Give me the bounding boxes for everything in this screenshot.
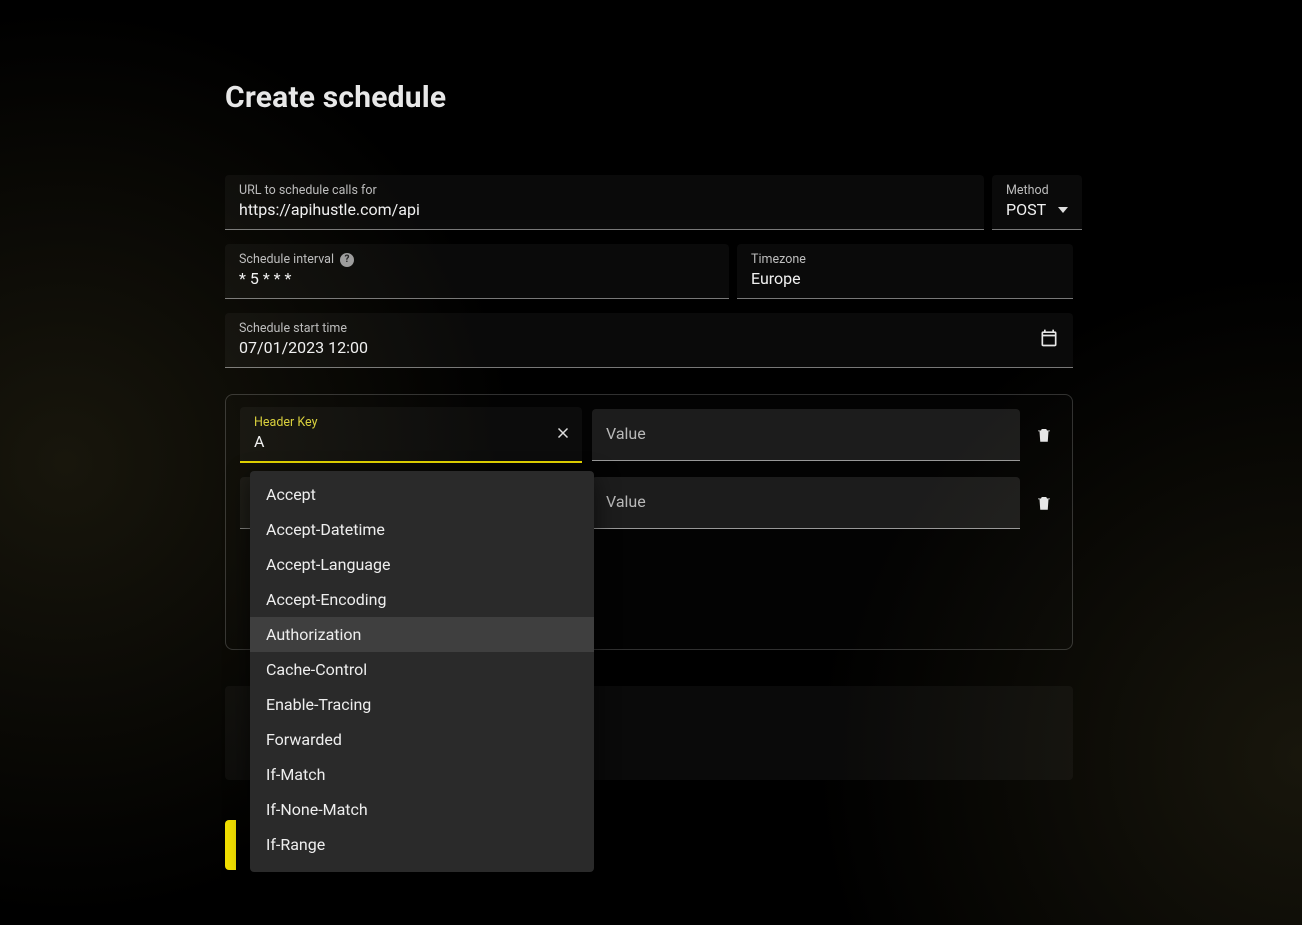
interval-label: Schedule interval	[239, 252, 334, 267]
interval-field[interactable]: Schedule interval ? * 5 * * *	[225, 244, 729, 299]
method-value: POST	[1006, 200, 1046, 221]
url-value: https://apihustle.com/api	[239, 200, 970, 221]
dropdown-item[interactable]: If-None-Match	[250, 792, 594, 827]
timezone-label: Timezone	[751, 252, 1059, 267]
delete-header-button[interactable]	[1030, 426, 1058, 444]
dropdown-item[interactable]: Accept	[250, 477, 594, 512]
timezone-field[interactable]: Timezone Europe	[737, 244, 1073, 299]
header-value-input[interactable]: Value	[592, 477, 1020, 529]
header-key-label: Header Key	[254, 415, 542, 430]
dropdown-item[interactable]: Forwarded	[250, 722, 594, 757]
start-time-label: Schedule start time	[239, 321, 1059, 336]
delete-header-button[interactable]	[1030, 494, 1058, 512]
header-key-value: A	[254, 432, 542, 453]
timezone-value: Europe	[751, 269, 1059, 290]
schedule-form: URL to schedule calls for https://apihus…	[225, 175, 1073, 870]
headers-section: Header Key A Accept Accept-Datetime Acce…	[225, 394, 1073, 650]
dropdown-item[interactable]: Cache-Control	[250, 652, 594, 687]
header-key-dropdown: Accept Accept-Datetime Accept-Language A…	[250, 471, 594, 872]
dropdown-item[interactable]: Accept-Encoding	[250, 582, 594, 617]
page-title: Create schedule	[225, 80, 1302, 115]
method-select[interactable]: Method POST	[992, 175, 1082, 230]
dropdown-item[interactable]: Enable-Tracing	[250, 687, 594, 722]
dropdown-item[interactable]: Accept-Language	[250, 547, 594, 582]
header-value-field-wrapper: Value	[592, 477, 1020, 529]
start-time-value: 07/01/2023 12:00	[239, 338, 1059, 359]
start-time-field[interactable]: Schedule start time 07/01/2023 12:00	[225, 313, 1073, 368]
url-label: URL to schedule calls for	[239, 183, 970, 198]
dropdown-item[interactable]: Accept-Datetime	[250, 512, 594, 547]
method-label: Method	[1006, 183, 1068, 198]
help-icon[interactable]: ?	[340, 253, 354, 267]
header-row: Header Key A Accept Accept-Datetime Acce…	[240, 407, 1058, 463]
interval-value: * 5 * * *	[239, 269, 715, 290]
header-value-placeholder: Value	[606, 492, 1006, 513]
header-value-placeholder: Value	[606, 424, 1006, 445]
dropdown-arrow-icon	[1058, 207, 1068, 213]
dropdown-item[interactable]: If-Range	[250, 827, 594, 862]
dropdown-item[interactable]: If-Match	[250, 757, 594, 792]
header-key-field-wrapper: Header Key A Accept Accept-Datetime Acce…	[240, 407, 582, 463]
header-value-input[interactable]: Value	[592, 409, 1020, 461]
calendar-icon[interactable]	[1039, 328, 1059, 352]
header-value-field-wrapper: Value	[592, 409, 1020, 461]
header-key-input[interactable]: Header Key A	[240, 407, 582, 463]
url-field[interactable]: URL to schedule calls for https://apihus…	[225, 175, 984, 230]
dropdown-item[interactable]: Authorization	[250, 617, 594, 652]
submit-button[interactable]	[225, 820, 236, 870]
clear-icon[interactable]	[554, 424, 572, 446]
